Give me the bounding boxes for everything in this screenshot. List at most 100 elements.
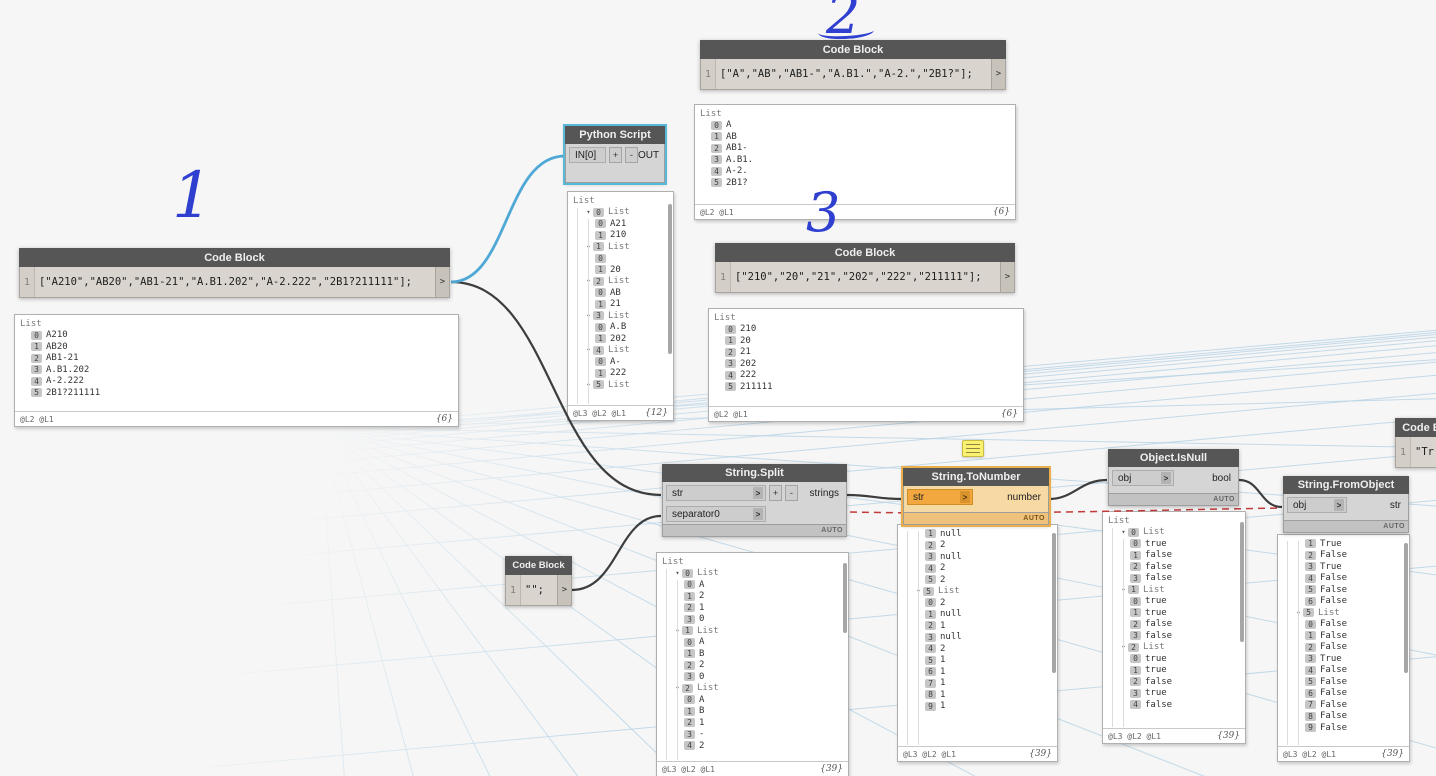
list-item: List [1105,515,1243,527]
scrollbar-thumb[interactable] [668,204,672,354]
output-port-icon[interactable]: > [991,59,1005,89]
levels-label[interactable]: @L2 @L1 [20,415,54,424]
list-item: 1 AB20 [17,341,456,353]
code-block-body[interactable]: 1 ["A210","AB20","AB1-21","A.B1.202","A-… [19,267,450,298]
code-text[interactable]: ["210","20","21","202","222","211111"]; [731,262,1000,292]
preview-bubble-python[interactable]: List ▾ 0 List 0 A21 1 210 ▾ 1 List 0 [567,191,674,421]
lacing-label[interactable]: AUTO [1383,523,1405,530]
node-object-isnull[interactable]: Object.IsNull obj > bool AUTO [1108,449,1239,506]
node-title[interactable]: String.Split [662,464,847,482]
index-badge: 2 [684,603,695,613]
levels-label[interactable]: @L3 @L2 @L1 [903,750,956,759]
preview-bubble-tonumber[interactable]: 1 null 2 2 3 null 4 2 5 2 ▾ 5 Lis [897,524,1058,762]
scrollbar-thumb[interactable] [1240,522,1244,642]
node-string-split[interactable]: String.Split str > + - strings separator… [662,464,847,537]
input-port-obj[interactable]: obj > [1112,470,1174,486]
remove-input-button[interactable]: - [785,485,798,501]
index-badge: 0 [1128,527,1139,537]
preview-bubble-fromobject[interactable]: 1 True 2 False 3 True 4 False 5 False 6 [1277,534,1410,762]
node-title[interactable]: String.ToNumber [903,468,1049,486]
list-item: ▾ 0 List [659,568,846,580]
expand-arrow-icon[interactable]: ▾ [1119,528,1128,536]
code-text[interactable]: ["A210","AB20","AB1-21","A.B1.202","A-2.… [35,267,435,297]
list-item: 1 202 [570,333,671,345]
input-port-in0[interactable]: IN[0] [569,147,606,163]
code-text[interactable]: ["A","AB","AB1-","A.B1.","A-2.","2B1?"]; [716,59,991,89]
code-text[interactable]: "Tr [1411,437,1436,467]
list-item: 4 2 [900,563,1055,575]
item-value: false [1145,630,1173,641]
node-code-block-separator[interactable]: Code Block 1 ""; > [505,556,572,606]
code-block-body[interactable]: 1 "Tr [1395,437,1436,468]
levels-label[interactable]: @L3 @L2 @L1 [1283,750,1336,759]
node-string-tonumber[interactable]: String.ToNumber str > number AUTO [903,468,1049,525]
output-port-bool[interactable]: bool [1212,473,1235,484]
preview-bubble-isnull[interactable]: List ▾ 0 List 0 true 1 false 2 false 3 f… [1102,511,1246,744]
output-port-icon[interactable]: > [435,267,449,297]
output-port-strings[interactable]: strings [810,488,843,499]
list-item: 2 2 [900,540,1055,552]
node-code-block-3[interactable]: Code Block 1 ["210","20","21","202","222… [715,243,1015,293]
index-badge: 0 [725,324,736,334]
list-item: 0 210 [711,324,1021,336]
index-badge: 5 [593,380,604,390]
output-port-icon[interactable]: > [557,575,571,605]
scrollbar-thumb[interactable] [1404,543,1408,673]
index-badge: 3 [925,632,936,642]
input-port-obj[interactable]: obj > [1287,497,1347,513]
scrollbar-thumb[interactable] [843,563,847,633]
dynamo-workspace[interactable]: List 0 A210 1 AB20 2 AB1-21 3 A.B1.202 4 [0,0,1436,776]
preview-bubble-split[interactable]: List ▾ 0 List 0 A 1 2 2 1 3 0 1 List 0 A… [656,552,849,776]
levels-label[interactable]: @L3 @L2 @L1 [1108,732,1161,741]
remove-input-button[interactable]: - [625,147,638,163]
code-block-body[interactable]: 1 ["210","20","21","202","222","211111"]… [715,262,1015,293]
scrollbar-thumb[interactable] [1052,533,1056,673]
levels-label[interactable]: @L3 @L2 @L1 [573,409,626,418]
node-code-block-2[interactable]: Code Block 1 ["A","AB","AB1-","A.B1.","A… [700,40,1006,90]
node-title[interactable]: Code Block [1395,418,1436,437]
node-python-script[interactable]: Python Script IN[0] + - OUT [565,126,665,183]
list-item: 1 B [659,648,846,660]
preview-bubble-cb1[interactable]: List 0 A210 1 AB20 2 AB1-21 3 A.B1.202 4 [14,314,459,427]
node-title[interactable]: Code Block [715,243,1015,262]
node-code-block-right[interactable]: Code Block 1 "Tr [1395,418,1436,468]
output-port-icon[interactable]: > [1000,262,1014,292]
node-title[interactable]: String.FromObject [1283,476,1409,494]
output-port-str[interactable]: str [1390,500,1405,511]
code-block-body[interactable]: 1 ["A","AB","AB1-","A.B1.","A-2.","2B1?"… [700,59,1006,90]
lacing-label[interactable]: AUTO [1213,496,1235,503]
preview-bubble-cb2[interactable]: List 0 A 1 AB 2 AB1- 3 A.B1. 4 A-2. 5 2B… [694,104,1016,220]
expand-arrow-icon[interactable]: ▾ [584,208,593,216]
expand-arrow-icon[interactable]: ▾ [673,569,682,577]
preview-bubble-cb3[interactable]: List 0 210 1 20 2 21 3 202 4 222 5 21111… [708,308,1024,422]
input-port-separator0[interactable]: separator0 > [666,506,766,522]
input-port-str[interactable]: str > [907,489,973,505]
list-item: 0 2 [900,597,1055,609]
node-title[interactable]: Object.IsNull [1108,449,1239,467]
node-title[interactable]: Python Script [565,126,665,144]
input-port-str[interactable]: str > [666,485,766,501]
list-item: 9 1 [900,701,1055,713]
index-badge: 0 [31,330,42,340]
output-port-out[interactable]: OUT [638,150,663,161]
preview-rows: List ▾ 0 List 0 true 1 false 2 false 3 f… [1103,512,1245,728]
levels-label[interactable]: @L2 @L1 [700,208,734,217]
index-badge: 1 [684,591,695,601]
node-title[interactable]: Code Block [19,248,450,267]
node-code-block-1[interactable]: Code Block 1 ["A210","AB20","AB1-21","A.… [19,248,450,298]
node-string-fromobject[interactable]: String.FromObject obj > str AUTO [1283,476,1409,533]
add-input-button[interactable]: + [609,147,622,163]
list-item: 2 1 [659,602,846,614]
code-text[interactable]: ""; [521,575,557,605]
levels-label[interactable]: @L3 @L2 @L1 [662,765,715,774]
lacing-label[interactable]: AUTO [821,527,843,534]
output-port-number[interactable]: number [1007,492,1045,503]
add-input-button[interactable]: + [769,485,782,501]
lacing-label[interactable]: AUTO [1023,515,1045,522]
node-title[interactable]: Code Block [505,556,572,575]
code-block-body[interactable]: 1 ""; > [505,575,572,606]
note-icon[interactable] [962,440,984,457]
item-value: - [699,729,705,740]
port-chevron-icon: > [1334,499,1344,511]
levels-label[interactable]: @L2 @L1 [714,410,748,419]
